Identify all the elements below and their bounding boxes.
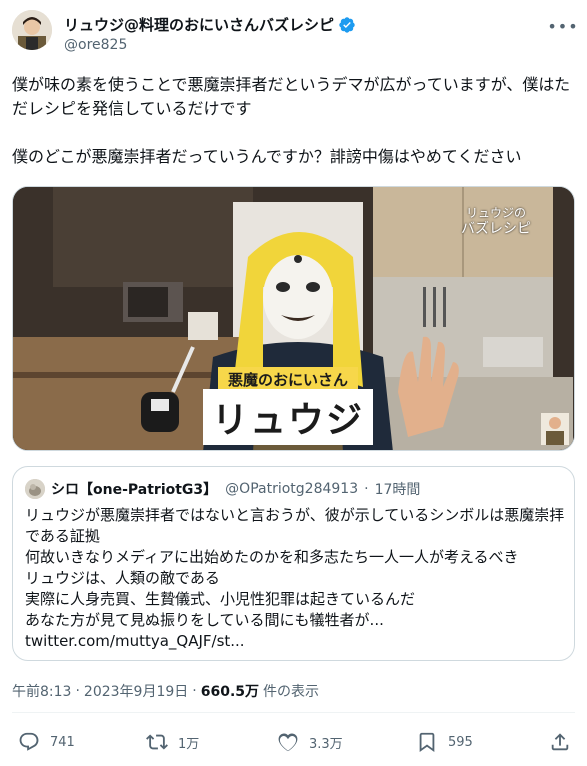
watermark-line-1: リュウジの [465,206,526,220]
reply-count: 741 [50,734,75,750]
quoted-separator: · [364,481,369,497]
author-handle[interactable]: @ore825 [64,37,127,53]
retweet-button[interactable]: 1万 [146,729,199,755]
more-icon[interactable]: ••• [547,16,577,36]
author-avatar[interactable] [12,10,52,50]
tweet-actions: 741 1万 3.3万 595 [12,729,575,755]
caption-large: リュウジ [211,400,364,441]
tweet-text: 僕が味の素を使うことで悪魔崇拝者だというデマが広がっていますが、僕はただレシピを… [12,75,571,166]
retweet-icon [146,734,168,750]
like-count: 3.3万 [309,736,343,752]
quoted-tweet-header: シロ【one-PatriotG3】 @OPatriotg284913 · 17時… [25,479,420,499]
quoted-tweet-text: リュウジが悪魔崇拝者ではないと言おうが、彼が示しているシンボルは悪魔崇拝である証… [25,506,565,650]
tweet-media-image[interactable]: リュウジの バズレシピ 悪魔のおにいさん リュウジ [12,186,575,451]
reply-icon [19,732,39,751]
quoted-author-handle: @OPatriotg284913 [225,481,359,497]
views-count: 660.5万 [200,684,260,700]
tweet-date[interactable]: 2023年9月19日 [84,681,188,701]
verified-badge-icon [339,16,355,33]
tweet-time[interactable]: 午前8:13 [12,681,71,701]
reply-button[interactable]: 741 [18,729,75,755]
tweet-header: リュウジ@料理のおにいさんバズレシピ @ore825 ••• [12,10,578,58]
meta-separator: · [75,683,80,699]
retweet-count: 1万 [178,736,200,752]
bookmark-count: 595 [448,734,473,750]
quoted-author-avatar [25,479,45,499]
share-icon [551,733,569,751]
watermark-line-2: バズレシピ [461,221,531,237]
quoted-author-name: シロ【one-PatriotG3】 [51,482,218,498]
tweet-meta: 午前8:13 · 2023年9月19日 · 660.5万 件の表示 [12,681,319,701]
media-watermark: リュウジの バズレシピ [461,205,531,237]
quoted-tweet[interactable]: シロ【one-PatriotG3】 @OPatriotg284913 · 17時… [12,466,575,661]
bookmark-icon [419,732,435,753]
bookmark-button[interactable]: 595 [416,729,473,755]
divider [12,712,575,713]
views-label: 件の表示 [263,684,320,700]
meta-separator-2: · [192,683,197,699]
author-display-name[interactable]: リュウジ@料理のおにいさんバズレシピ [64,14,334,35]
heart-icon [278,733,298,752]
author-name-row: リュウジ@料理のおにいさんバズレシピ [64,14,356,35]
caption-small: 悪魔のおにいさん [227,371,348,389]
share-button[interactable] [549,729,571,755]
like-button[interactable]: 3.3万 [277,729,343,755]
quoted-time: 17時間 [374,482,421,498]
